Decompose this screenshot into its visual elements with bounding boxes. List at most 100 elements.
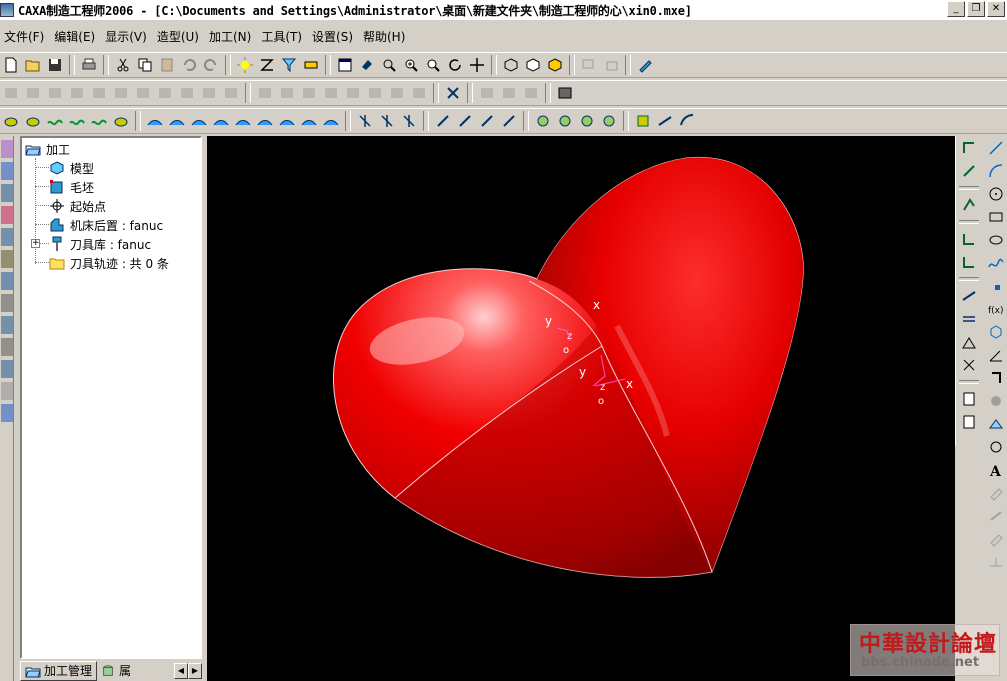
finish-tool-1[interactable] xyxy=(144,110,166,132)
arc-button[interactable] xyxy=(985,160,1007,182)
surface-tool-3[interactable] xyxy=(44,82,66,104)
finish-tool-3[interactable] xyxy=(188,110,210,132)
3d-viewport[interactable]: y z o x y z o x xyxy=(207,136,955,681)
left-tool-icon[interactable] xyxy=(1,316,13,334)
open-file-button[interactable] xyxy=(22,54,44,76)
edit-path-tool-2[interactable] xyxy=(454,110,476,132)
right-tool-3[interactable] xyxy=(958,194,980,216)
tree-root[interactable]: 加工 xyxy=(25,140,70,158)
tree-expander[interactable]: + xyxy=(31,239,40,248)
right-tool-6[interactable] xyxy=(958,285,980,307)
left-tool-icon[interactable] xyxy=(1,272,13,290)
edit-tool-2[interactable] xyxy=(498,82,520,104)
left-tool-icon[interactable] xyxy=(1,140,13,158)
machining-tool-3[interactable] xyxy=(44,110,66,132)
wireframe-button[interactable] xyxy=(500,54,522,76)
menu-edit[interactable]: 编辑(E) xyxy=(50,28,101,45)
feature-tool-1[interactable] xyxy=(254,82,276,104)
tree-item-model[interactable]: 模型 xyxy=(49,159,94,177)
edit-curve-3[interactable] xyxy=(985,528,1007,550)
pan-button[interactable] xyxy=(466,54,488,76)
hidden-line-button[interactable] xyxy=(522,54,544,76)
feature-tool-7[interactable] xyxy=(386,82,408,104)
machining-tree[interactable]: 加工 模型 毛坯 起始点 机床后置 : fanuc + 刀具库 : fanuc … xyxy=(20,136,202,659)
left-tool-icon[interactable] xyxy=(1,338,13,356)
tab-attributes[interactable]: 属 xyxy=(97,661,135,681)
right-tool-8[interactable] xyxy=(958,331,980,353)
menu-machining[interactable]: 加工(N) xyxy=(205,28,257,45)
layer-toggle-button[interactable] xyxy=(578,54,600,76)
zoom-in-button[interactable] xyxy=(400,54,422,76)
menu-view[interactable]: 显示(V) xyxy=(101,28,153,45)
redo-button[interactable] xyxy=(200,54,222,76)
machining-tool-2[interactable] xyxy=(22,110,44,132)
hatch-button[interactable] xyxy=(985,413,1007,435)
left-tool-icon[interactable] xyxy=(1,228,13,246)
right-tool-7[interactable] xyxy=(958,308,980,330)
circle-button[interactable] xyxy=(985,183,1007,205)
feature-tool-8[interactable] xyxy=(408,82,430,104)
paste-button[interactable] xyxy=(156,54,178,76)
shade-button[interactable] xyxy=(356,54,378,76)
post-tool-3[interactable] xyxy=(676,110,698,132)
angle-line-button[interactable] xyxy=(985,344,1007,366)
left-tool-icon[interactable] xyxy=(1,250,13,268)
close-button[interactable]: ✕ xyxy=(987,1,1005,17)
text-button[interactable]: A xyxy=(985,459,1007,481)
view-window-button[interactable] xyxy=(334,54,356,76)
feature-tool-2[interactable] xyxy=(276,82,298,104)
formula-curve-button[interactable]: f(x) xyxy=(985,298,1007,320)
finish-tool-4[interactable] xyxy=(210,110,232,132)
surface-tool-7[interactable] xyxy=(132,82,154,104)
save-button[interactable] xyxy=(44,54,66,76)
edit-path-tool-3[interactable] xyxy=(476,110,498,132)
fill-button[interactable] xyxy=(985,390,1007,412)
left-tool-icon[interactable] xyxy=(1,206,13,224)
simulate-button[interactable] xyxy=(554,82,576,104)
tab-machining-manager[interactable]: 加工管理 xyxy=(20,660,98,681)
surface-tool-6[interactable] xyxy=(110,82,132,104)
left-tool-icon[interactable] xyxy=(1,294,13,312)
menu-tools[interactable]: 工具(T) xyxy=(257,28,308,45)
machining-tool-1[interactable] xyxy=(0,110,22,132)
shaded-button[interactable] xyxy=(544,54,566,76)
feature-tool-4[interactable] xyxy=(320,82,342,104)
transform-tool-button[interactable] xyxy=(442,82,464,104)
new-file-button[interactable] xyxy=(0,54,22,76)
polygon-button[interactable] xyxy=(985,321,1007,343)
left-tool-icon[interactable] xyxy=(1,184,13,202)
feature-tool-5[interactable] xyxy=(342,82,364,104)
feature-tool-6[interactable] xyxy=(364,82,386,104)
finish-tool-6[interactable] xyxy=(254,110,276,132)
undo-button[interactable] xyxy=(178,54,200,76)
tab-scroll-right[interactable]: ▶ xyxy=(188,662,202,679)
cut-button[interactable] xyxy=(112,54,134,76)
left-tool-icon[interactable] xyxy=(1,382,13,400)
left-tool-icon[interactable] xyxy=(1,360,13,378)
menu-modeling[interactable]: 造型(U) xyxy=(153,28,205,45)
layer-toggle2-button[interactable] xyxy=(600,54,622,76)
edit-tool-3[interactable] xyxy=(520,82,542,104)
edit-tool-1[interactable] xyxy=(476,82,498,104)
left-tool-icon[interactable] xyxy=(1,404,13,422)
tree-item-toolpath[interactable]: 刀具轨迹 : 共 0 条 xyxy=(49,254,169,272)
line-tool-button[interactable] xyxy=(256,54,278,76)
finish-tool-8[interactable] xyxy=(298,110,320,132)
surface-tool-9[interactable] xyxy=(176,82,198,104)
rotate-button[interactable] xyxy=(444,54,466,76)
spline-button[interactable] xyxy=(985,252,1007,274)
post-tool-1[interactable] xyxy=(632,110,654,132)
minimize-button[interactable]: _ xyxy=(947,1,965,17)
post-tool-2[interactable] xyxy=(654,110,676,132)
menu-file[interactable]: 文件(F) xyxy=(0,28,50,45)
sim-tool-1[interactable] xyxy=(532,110,554,132)
light-button[interactable] xyxy=(234,54,256,76)
ellipse-button[interactable] xyxy=(985,229,1007,251)
surface-tool-1[interactable] xyxy=(0,82,22,104)
right-tool-10[interactable] xyxy=(958,388,980,410)
rectangle-button[interactable] xyxy=(985,206,1007,228)
edit-curve-2[interactable] xyxy=(985,505,1007,527)
surface-tool-4[interactable] xyxy=(66,82,88,104)
print-button[interactable] xyxy=(78,54,100,76)
right-tool-5[interactable] xyxy=(958,251,980,273)
